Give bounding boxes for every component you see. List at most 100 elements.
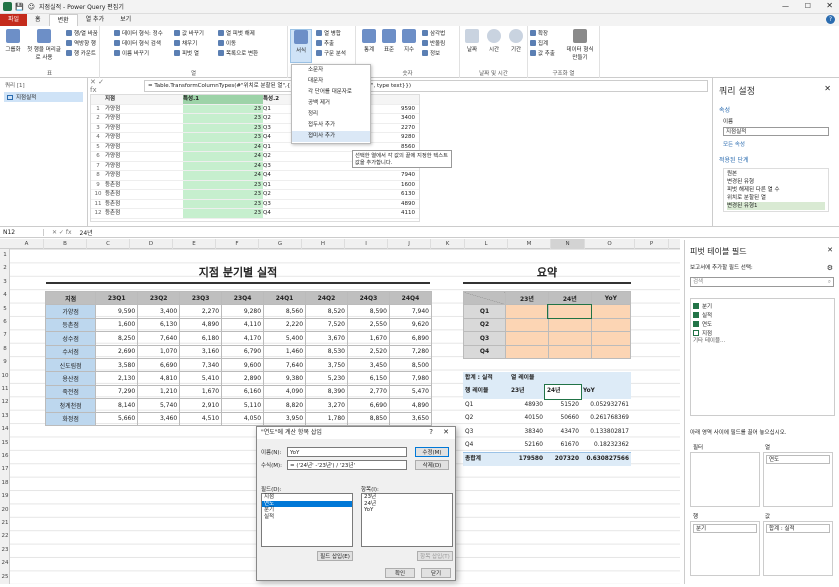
table-row[interactable]: 8 가양점 24 Q4 7940 <box>91 171 419 181</box>
pivot-cell[interactable]: Q4 <box>463 439 509 452</box>
rows-area[interactable]: 분기 <box>690 521 760 576</box>
table-cell[interactable]: 7,980 <box>388 371 433 386</box>
pivot-cell[interactable]: Q3 <box>463 426 509 439</box>
pivot-cell[interactable]: 51520 <box>545 399 581 412</box>
tab-view[interactable]: 보기 <box>112 14 139 26</box>
table-cell[interactable]: 7,340 <box>179 357 223 373</box>
table-cell[interactable]: 6,690 <box>346 398 390 413</box>
summary-row-header[interactable]: Q3 <box>463 331 506 346</box>
pivot-total-cell[interactable]: 총합계 <box>463 453 509 465</box>
table-row[interactable]: 10 등촌점 23 Q2 6130 <box>91 190 419 200</box>
trig-button[interactable]: 삼각법 <box>422 29 445 37</box>
table-cell[interactable]: 7,640 <box>263 357 307 373</box>
pivot-col-labels[interactable]: 열 레이블 <box>509 372 629 385</box>
pivot-col-header[interactable]: 24년 <box>544 384 582 400</box>
field-item[interactable]: 실적 <box>693 310 832 319</box>
summary-row-header[interactable]: Q1 <box>463 304 506 319</box>
table-cell[interactable]: 6,180 <box>179 331 223 346</box>
row-header[interactable]: 2 <box>0 265 10 271</box>
table-cell[interactable]: 수서점 <box>44 344 97 359</box>
menu-trim[interactable]: 공백 제거 <box>292 98 370 109</box>
aggregate-button[interactable]: 집계 <box>530 39 548 47</box>
filter-area[interactable] <box>690 452 760 507</box>
table-cell[interactable]: 2,550 <box>346 317 390 333</box>
menu-add-prefix[interactable]: 접두사 추가 <box>292 120 370 131</box>
table-cell[interactable]: 3,580 <box>95 357 139 373</box>
row-header[interactable]: 8 <box>0 346 10 352</box>
table-cell[interactable]: 3,650 <box>388 411 433 426</box>
item-formula-input[interactable]: = ('24년' -'23년') / '23년' <box>287 460 407 470</box>
time-button[interactable]: 시간 <box>484 29 504 53</box>
table-cell[interactable]: 7,640 <box>137 331 181 346</box>
table-cell[interactable]: 4,510 <box>179 411 223 426</box>
column-header[interactable]: N <box>551 239 585 249</box>
standard-button[interactable]: 표준 <box>380 29 398 53</box>
table-cell[interactable]: 6,130 <box>137 317 181 333</box>
table-cell[interactable]: 3,670 <box>305 331 348 346</box>
column-header-cell[interactable]: 24Q3 <box>346 290 390 306</box>
row-header[interactable]: 14 <box>0 426 10 432</box>
column-header[interactable]: B <box>44 239 87 249</box>
table-cell[interactable]: 6,790 <box>221 344 265 359</box>
row-header[interactable]: 15 <box>0 440 10 446</box>
summary-col-header[interactable]: 24년 <box>547 290 592 306</box>
table-cell[interactable]: 2,270 <box>179 304 223 319</box>
extract-values-button[interactable]: 값 추출 <box>530 49 555 57</box>
table-cell[interactable]: 8,140 <box>95 398 139 413</box>
table-cell[interactable]: 9,600 <box>221 357 265 373</box>
pivot-cell[interactable]: 40150 <box>509 412 545 425</box>
to-list-button[interactable]: 목록으로 변환 <box>218 49 258 57</box>
summary-cell[interactable] <box>547 317 592 333</box>
table-cell[interactable]: 9,620 <box>388 317 433 333</box>
statistics-button[interactable]: 통계 <box>360 29 378 53</box>
step-item[interactable]: 원본 <box>727 170 825 178</box>
create-datatype-button[interactable]: 데이터 형식 만들기 <box>564 29 596 61</box>
table-cell[interactable]: 화정점 <box>44 411 97 426</box>
table-cell[interactable]: 5,400 <box>263 331 307 346</box>
row-header[interactable]: 23 <box>0 547 10 553</box>
row-header[interactable]: 10 <box>0 373 10 379</box>
rounding-button[interactable]: 반올림 <box>422 39 445 47</box>
row-header[interactable]: 6 <box>0 319 10 325</box>
table-cell[interactable]: 8,390 <box>305 384 348 400</box>
column-header-cell[interactable]: 23Q2 <box>137 290 181 306</box>
table-cell[interactable]: 9,280 <box>221 304 265 319</box>
pivot-cell[interactable]: 0.18232362 <box>581 439 631 452</box>
checkbox-icon[interactable] <box>693 320 699 327</box>
pivot-cell[interactable]: 61670 <box>545 439 581 452</box>
gear-icon[interactable]: ⚙ <box>827 264 833 272</box>
column-header-cell[interactable]: 23Q3 <box>179 290 223 306</box>
table-cell[interactable]: 1,460 <box>263 344 307 359</box>
help-icon[interactable]: ? <box>826 15 835 24</box>
checkbox-icon[interactable] <box>693 329 699 336</box>
row-header[interactable]: 12 <box>0 399 10 405</box>
table-cell[interactable]: 2,220 <box>263 317 307 333</box>
column-header-cell[interactable]: 24Q1 <box>263 290 307 306</box>
table-cell[interactable]: 7,520 <box>305 317 348 333</box>
tab-transform[interactable]: 변환 <box>48 14 78 26</box>
pivot-cell[interactable]: 48930 <box>509 399 545 412</box>
checkbox-icon[interactable] <box>693 311 699 318</box>
summary-row-header[interactable]: Q4 <box>463 344 506 359</box>
table-cell[interactable]: 1,070 <box>137 344 181 359</box>
pivot-cell[interactable]: Q1 <box>463 399 509 412</box>
pivot-value-label[interactable]: 합계 : 실적 <box>463 372 509 385</box>
table-cell[interactable]: 6,690 <box>137 357 181 373</box>
date-button[interactable]: 날짜 <box>462 29 482 53</box>
menu-clean[interactable]: 정리 <box>292 109 370 120</box>
listbox-item[interactable]: 실적 <box>262 514 352 521</box>
table-cell[interactable]: 7,290 <box>95 384 139 400</box>
values-area[interactable]: 합계 : 실적 <box>763 521 833 576</box>
column-header[interactable]: F <box>216 239 259 249</box>
table-cell[interactable]: 5,660 <box>95 411 139 426</box>
table-cell[interactable]: 1,780 <box>305 411 348 426</box>
column-header-cell[interactable]: 24Q2 <box>305 290 348 306</box>
close-button[interactable]: ✕ <box>826 1 833 10</box>
tab-file[interactable]: 파일 <box>0 14 28 26</box>
summary-cell[interactable] <box>590 304 632 319</box>
column-header[interactable]: G <box>259 239 302 249</box>
table-cell[interactable]: 4,890 <box>388 398 433 413</box>
summary-cell[interactable] <box>505 331 549 346</box>
listbox-item[interactable]: YoY <box>362 507 452 514</box>
table-cell[interactable]: 8,560 <box>263 304 307 319</box>
